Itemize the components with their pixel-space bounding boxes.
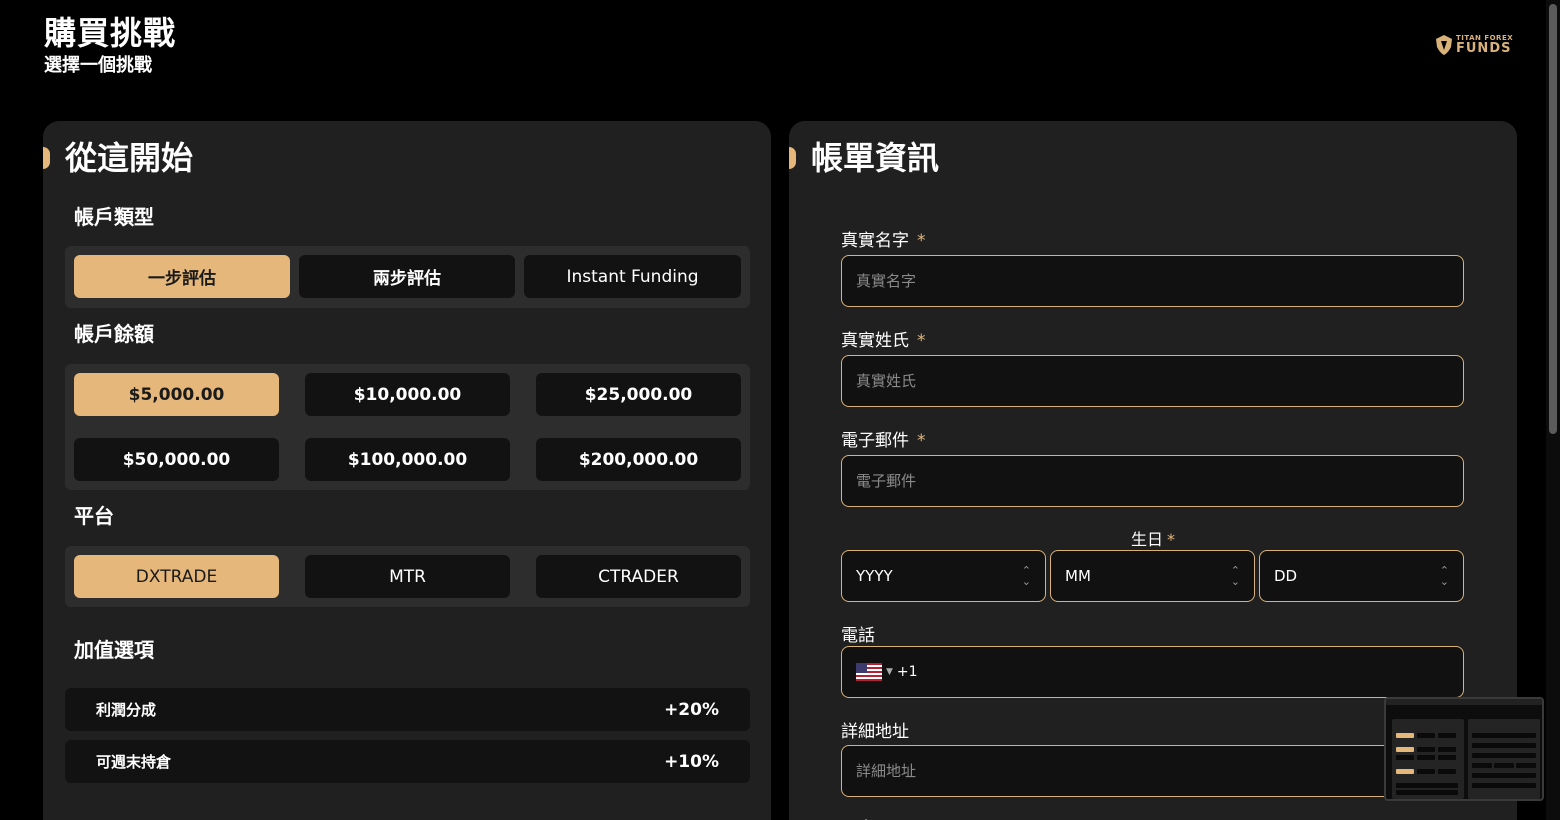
addon-profit-split[interactable]: 利潤分成 +20% <box>65 688 750 731</box>
last-name-field[interactable] <box>841 355 1464 407</box>
balance-option-5000[interactable]: $5,000.00 <box>74 373 279 416</box>
first-name-field[interactable] <box>841 255 1464 307</box>
addon-value: +10% <box>664 751 719 772</box>
updown-chevron-icon: ⌃ ⌄ <box>1439 564 1449 588</box>
challenge-panel: 從這開始 帳戶類型 一步評估 兩步評估 Instant Funding 帳戶餘額… <box>43 121 771 820</box>
account-type-option-two-step[interactable]: 兩步評估 <box>299 255 515 298</box>
logo-text-bottom: FUNDS <box>1456 41 1512 56</box>
required-marker: * <box>917 231 926 251</box>
platform-group: DXTRADE MTR CTRADER <box>65 546 750 607</box>
balance-label: 帳戶餘額 <box>74 322 154 346</box>
brand-logo[interactable]: TITAN FOREX FUNDS <box>1436 33 1516 57</box>
address-field[interactable] <box>841 745 1464 797</box>
account-type-label: 帳戶類型 <box>74 205 154 229</box>
dob-day-select[interactable]: DD ⌃ ⌄ <box>1259 550 1464 602</box>
account-type-option-instant-funding[interactable]: Instant Funding <box>524 255 741 298</box>
balance-option-25000[interactable]: $25,000.00 <box>536 373 741 416</box>
dob-year-select[interactable]: YYYY ⌃ ⌄ <box>841 550 1046 602</box>
next-field-label: 四島 <box>841 814 875 820</box>
section-accent-marker <box>789 147 796 169</box>
page-subtitle: 選擇一個挑戰 <box>44 55 152 76</box>
screenshot-preview-thumbnail[interactable] <box>1384 697 1544 801</box>
page-scrollbar[interactable] <box>1546 0 1560 820</box>
scrollbar-thumb[interactable] <box>1549 4 1557 434</box>
required-marker: * <box>1167 530 1176 549</box>
phone-field[interactable]: ▼ +1 <box>841 646 1464 698</box>
country-code: +1 <box>896 664 918 680</box>
updown-chevron-icon: ⌃ ⌄ <box>1021 564 1031 588</box>
addon-weekend-holding[interactable]: 可週末持倉 +10% <box>65 740 750 783</box>
dob-year-value: YYYY <box>856 567 893 585</box>
balance-option-200000[interactable]: $200,000.00 <box>536 438 741 481</box>
billing-panel-heading: 帳單資訊 <box>811 139 940 177</box>
platform-option-mtr[interactable]: MTR <box>305 555 510 598</box>
platform-option-dxtrade[interactable]: DXTRADE <box>74 555 279 598</box>
us-flag-icon[interactable] <box>856 663 882 681</box>
addon-name: 利潤分成 <box>96 701 157 719</box>
account-type-option-one-step[interactable]: 一步評估 <box>74 255 290 298</box>
challenge-panel-heading: 從這開始 <box>65 139 194 177</box>
dob-month-select[interactable]: MM ⌃ ⌄ <box>1050 550 1255 602</box>
page-title: 購買挑戰 <box>44 14 177 52</box>
phone-label: 電話 <box>841 626 875 646</box>
dob-label: 生日 * <box>1131 530 1176 549</box>
dob-month-value: MM <box>1065 567 1091 585</box>
country-dropdown-caret-icon[interactable]: ▼ <box>886 667 893 677</box>
required-marker: * <box>917 431 926 451</box>
required-marker: * <box>917 331 926 351</box>
addon-name: 可週末持倉 <box>96 753 172 771</box>
last-name-label: 真實姓氏 * <box>841 331 926 351</box>
balance-option-100000[interactable]: $100,000.00 <box>305 438 510 481</box>
addon-value: +20% <box>664 699 719 720</box>
balance-option-10000[interactable]: $10,000.00 <box>305 373 510 416</box>
titan-shield-logo-icon <box>1436 35 1452 55</box>
dob-day-value: DD <box>1274 567 1298 585</box>
email-label: 電子郵件 * <box>841 431 926 451</box>
platform-option-ctrader[interactable]: CTRADER <box>536 555 741 598</box>
email-field[interactable] <box>841 455 1464 507</box>
addons-label: 加值選項 <box>74 638 154 662</box>
platform-label: 平台 <box>74 504 114 528</box>
balance-group: $5,000.00 $10,000.00 $25,000.00 $50,000.… <box>65 364 750 490</box>
section-accent-marker <box>43 147 50 169</box>
address-label: 詳細地址 <box>841 722 909 742</box>
first-name-label: 真實名字 * <box>841 231 926 251</box>
account-type-group: 一步評估 兩步評估 Instant Funding <box>65 246 750 308</box>
balance-option-50000[interactable]: $50,000.00 <box>74 438 279 481</box>
updown-chevron-icon: ⌃ ⌄ <box>1230 564 1240 588</box>
